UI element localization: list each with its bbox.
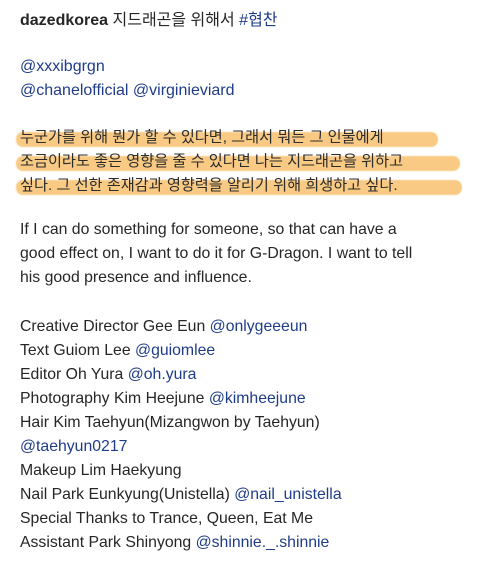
mention-line-1: @xxxibgrgn — [20, 55, 235, 79]
credit-role: Special Thanks to Trance, Queen, Eat Me — [20, 510, 313, 527]
credit-role: Photography Kim Heejune — [20, 390, 205, 407]
credit-role: Assistant Park Shinyong — [20, 534, 192, 551]
korean-quote: 누군가를 위해 뭔가 할 수 있다면, 그래서 뭐든 그 인물에게 조금이라도 … — [16, 126, 462, 198]
credit-handle[interactable]: @shinnie._.shinnie — [196, 534, 330, 551]
credit-line: Editor Oh Yura @oh.yura — [20, 363, 342, 387]
korean-line-text: 싶다. 그 선한 존재감과 영향력을 알리기 위해 희생하고 싶다. — [20, 177, 398, 194]
credit-role: Nail Park Eunkyung(Unistella) — [20, 486, 230, 503]
english-translation: If I can do something for someone, so th… — [20, 218, 470, 290]
mention-chanelofficial[interactable]: @chanelofficial — [20, 82, 128, 99]
english-line: good effect on, I want to do it for G-Dr… — [20, 245, 413, 262]
hashtag-link[interactable]: #협찬 — [239, 12, 277, 29]
english-line: If I can do something for someone, so th… — [20, 221, 397, 238]
korean-line-text: 조금이라도 좋은 영향을 줄 수 있다면 나는 지드래곤을 위하고 — [20, 153, 404, 170]
credit-line: Photography Kim Heejune @kimheejune — [20, 387, 342, 411]
credit-line: Text Guiom Lee @guiomlee — [20, 339, 342, 363]
credit-line: @taehyun0217 — [20, 435, 342, 459]
credit-line: Assistant Park Shinyong @shinnie._.shinn… — [20, 531, 342, 555]
caption-text: 지드래곤을 위해서 — [112, 12, 235, 29]
korean-line-text: 누군가를 위해 뭔가 할 수 있다면, 그래서 뭐든 그 인물에게 — [20, 129, 384, 146]
credit-handle[interactable]: @oh.yura — [128, 366, 197, 383]
credit-handle[interactable]: @nail_unistella — [234, 486, 341, 503]
credit-handle[interactable]: @onlygeeeun — [210, 318, 308, 335]
korean-line-2: 조금이라도 좋은 영향을 줄 수 있다면 나는 지드래곤을 위하고 — [16, 150, 460, 174]
post-header: dazedkorea 지드래곤을 위해서 #협찬 — [20, 10, 278, 32]
korean-line-3: 싶다. 그 선한 존재감과 영향력을 알리기 위해 희생하고 싶다. — [16, 174, 462, 198]
credit-handle[interactable]: @kimheejune — [209, 390, 306, 407]
credit-role: Makeup Lim Haekyung — [20, 462, 182, 479]
korean-line-1: 누군가를 위해 뭔가 할 수 있다면, 그래서 뭐든 그 인물에게 — [16, 126, 438, 150]
mention-line-2: @chanelofficial @virginieviard — [20, 79, 235, 103]
credits-list: Creative Director Gee Eun @onlygeeeun Te… — [20, 315, 342, 555]
credit-line: Special Thanks to Trance, Queen, Eat Me — [20, 507, 342, 531]
credit-role: Hair Kim Taehyun(Mizangwon by Taehyun) — [20, 414, 320, 431]
username-link[interactable]: dazedkorea — [20, 12, 108, 29]
mentions-block: @xxxibgrgn @chanelofficial @virginieviar… — [20, 55, 235, 103]
mention-xxxibgrgn[interactable]: @xxxibgrgn — [20, 58, 105, 75]
mention-virginieviard[interactable]: @virginieviard — [133, 82, 235, 99]
credit-line: Hair Kim Taehyun(Mizangwon by Taehyun) — [20, 411, 342, 435]
credit-role: Creative Director Gee Eun — [20, 318, 206, 335]
credit-role: Text Guiom Lee — [20, 342, 131, 359]
credit-line: Nail Park Eunkyung(Unistella) @nail_unis… — [20, 483, 342, 507]
english-line: his good presence and influence. — [20, 269, 252, 286]
credit-handle[interactable]: @taehyun0217 — [20, 438, 127, 455]
credit-handle[interactable]: @guiomlee — [135, 342, 215, 359]
credit-line: Creative Director Gee Eun @onlygeeeun — [20, 315, 342, 339]
credit-line: Makeup Lim Haekyung — [20, 459, 342, 483]
credit-role: Editor Oh Yura — [20, 366, 124, 383]
